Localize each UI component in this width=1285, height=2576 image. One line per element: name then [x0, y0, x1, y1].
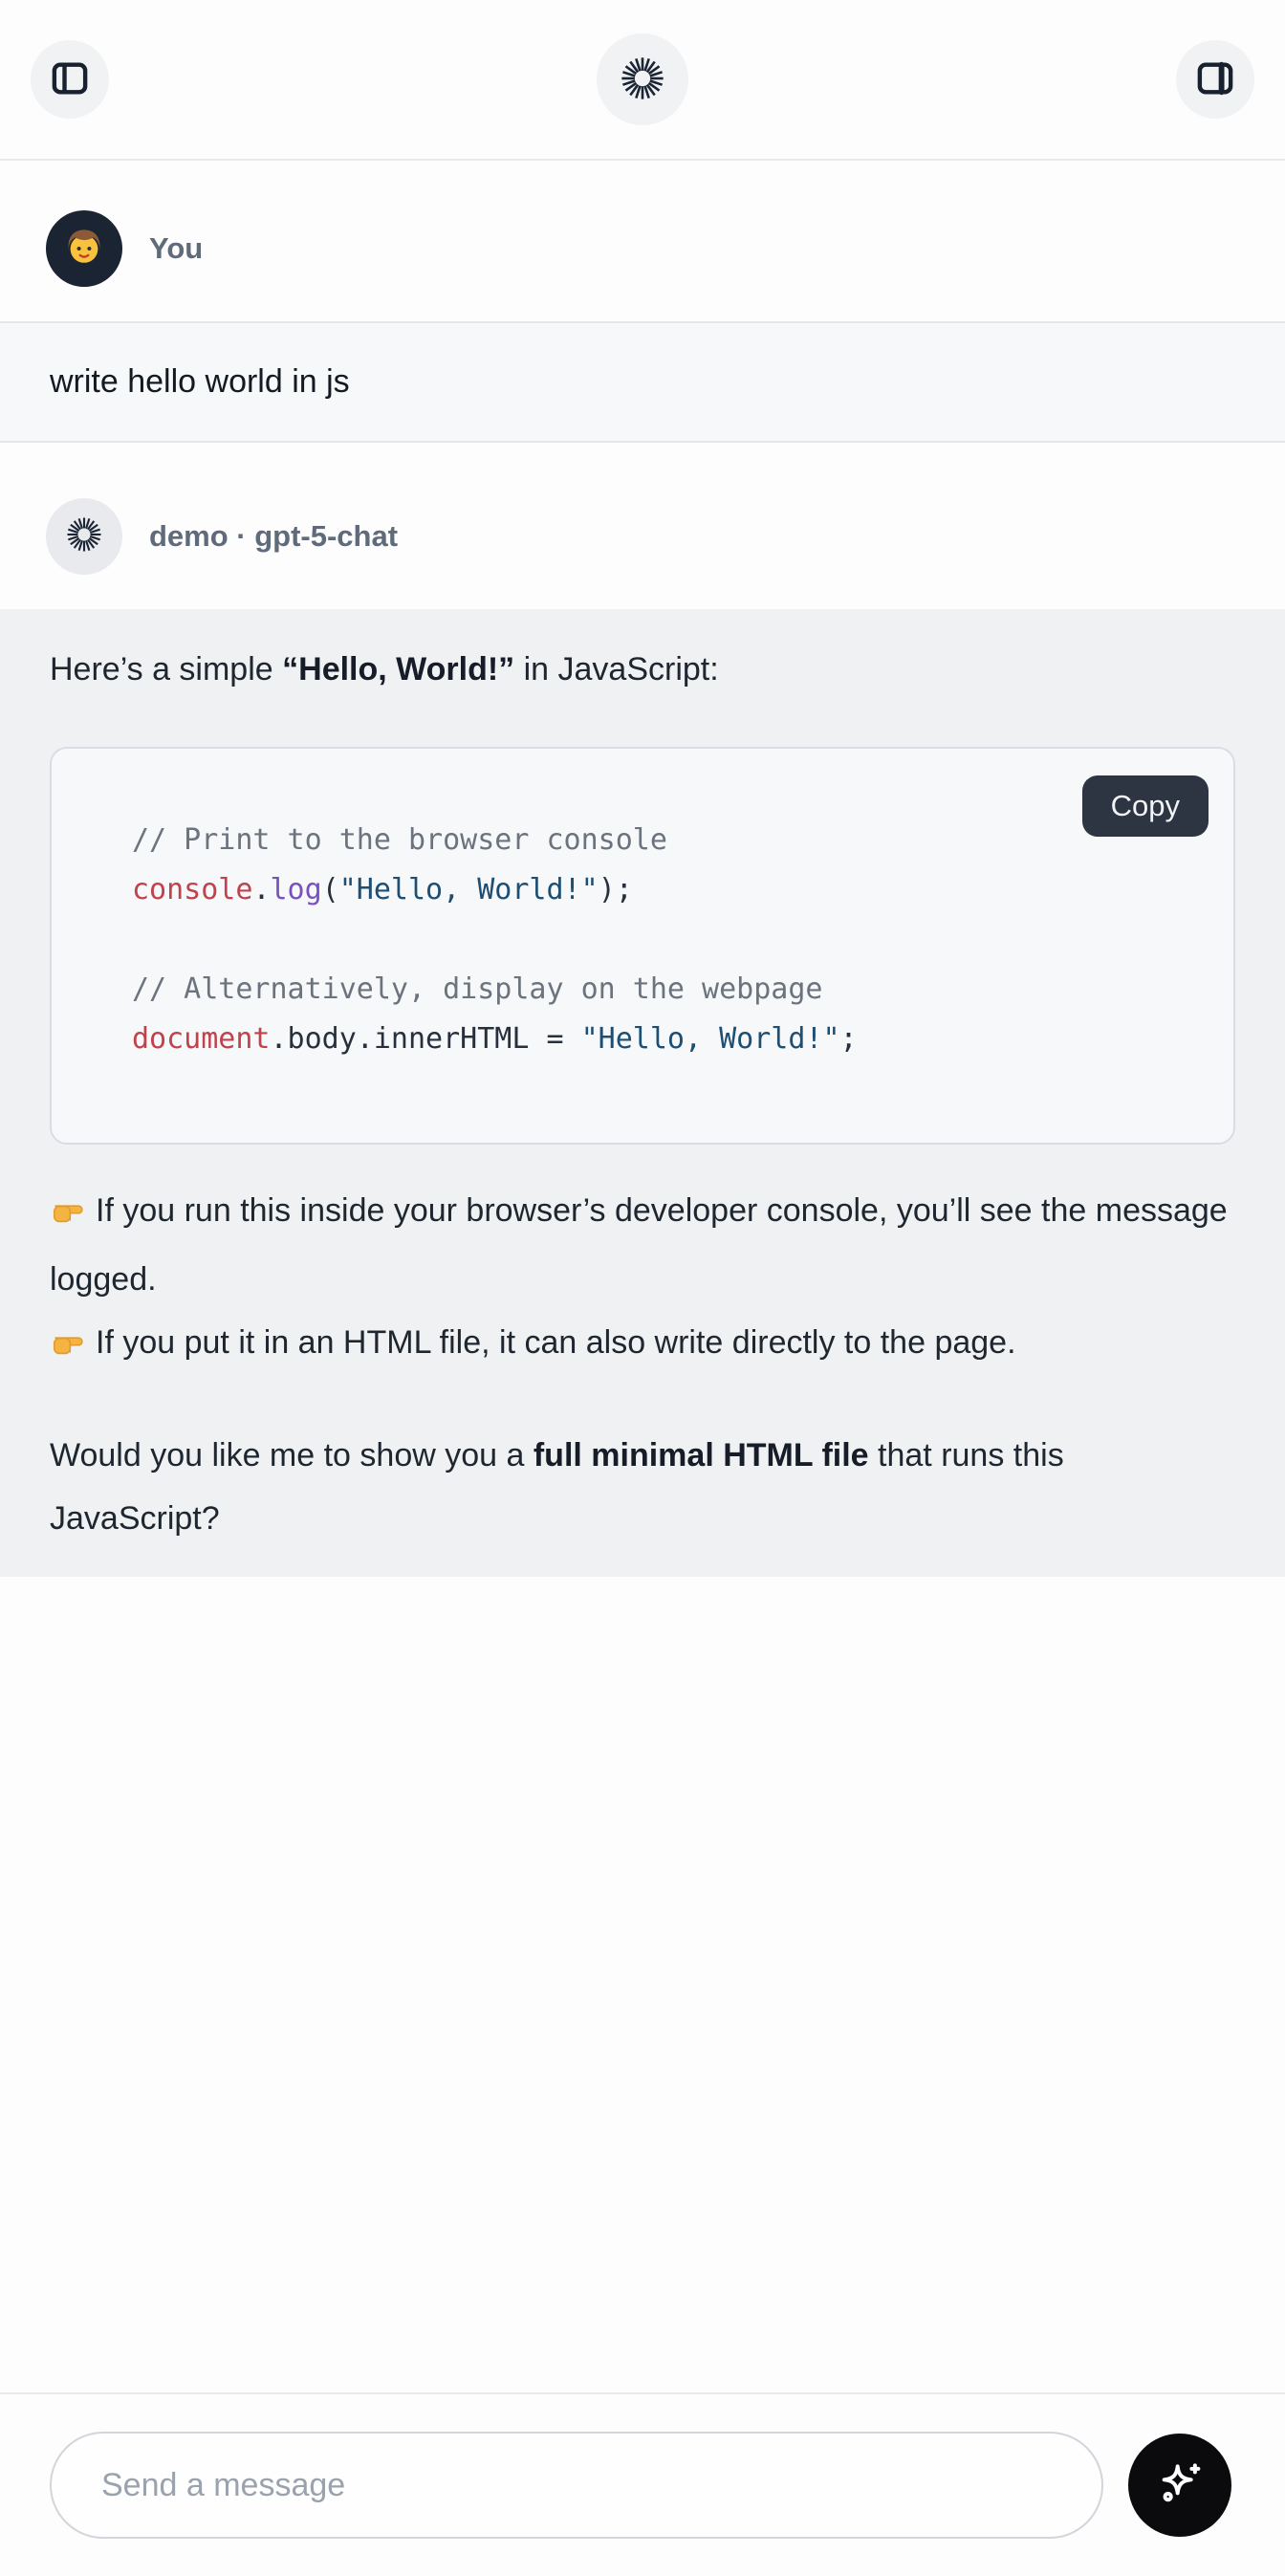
code-block: Copy // Print to the browser console con… [50, 747, 1235, 1145]
intro-text: Here’s a simple [50, 651, 282, 688]
code-content: // Print to the browser console console.… [132, 816, 1187, 1064]
assistant-avatar [46, 498, 122, 575]
copy-code-button[interactable]: Copy [1082, 775, 1209, 837]
top-bar [0, 0, 1285, 161]
starburst-logo-icon [618, 54, 667, 106]
assistant-question-paragraph: Would you like me to show you a full min… [50, 1424, 1235, 1550]
user-message-header: You [46, 210, 1285, 287]
intro-text-after: in JavaScript: [514, 651, 719, 688]
question-text: Would you like me to show you a [50, 1437, 534, 1474]
assistant-intro-paragraph: Here’s a simple “Hello, World!” in JavaS… [50, 638, 1235, 701]
intro-bold-text: “Hello, World!” [282, 651, 514, 688]
person-emoji-icon [61, 224, 107, 274]
assistant-sender-label: demo · gpt-5-chat [149, 519, 398, 554]
tip-text: If you put it in an HTML file, it can al… [96, 1324, 1016, 1361]
starburst-logo-icon [64, 514, 104, 559]
user-sender-label: You [149, 231, 203, 266]
user-message-bubble: write hello world in js [0, 321, 1285, 443]
message-input[interactable] [50, 2432, 1103, 2539]
send-button[interactable] [1128, 2434, 1231, 2537]
panel-left-icon [49, 57, 91, 102]
tips-section: If you run this inside your browser’s de… [50, 1179, 1235, 1380]
tip-text: If you run this inside your browser’s de… [50, 1192, 1228, 1298]
pointing-right-hand-icon [50, 1185, 86, 1248]
user-message-text: write hello world in js [50, 363, 350, 401]
chat-transcript: You write hello world in js [0, 161, 1285, 2392]
composer-bar [0, 2392, 1285, 2576]
tip-line: If you run this inside your browser’s de… [50, 1179, 1235, 1380]
question-bold-text: full minimal HTML file [534, 1437, 869, 1474]
assistant-message-header: demo · gpt-5-chat [46, 498, 1285, 575]
assistant-message-body: Here’s a simple “Hello, World!” in JavaS… [0, 609, 1285, 1577]
panel-right-icon [1194, 57, 1236, 102]
toggle-left-panel-button[interactable] [31, 40, 109, 119]
toggle-right-panel-button[interactable] [1176, 40, 1254, 119]
sparkles-icon [1153, 2457, 1207, 2514]
app-logo-button[interactable] [597, 33, 688, 125]
pointing-right-hand-icon [50, 1317, 86, 1380]
user-avatar [46, 210, 122, 287]
